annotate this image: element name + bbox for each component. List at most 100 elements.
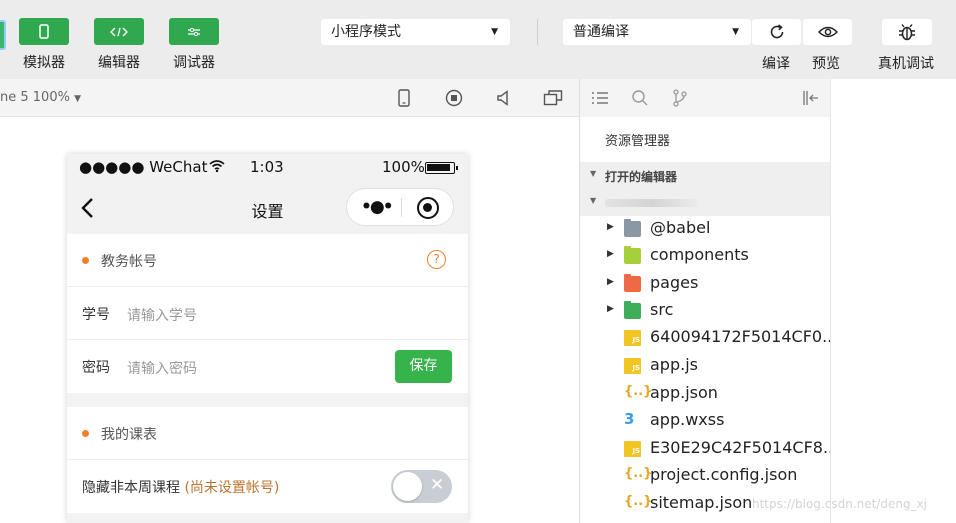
compile-button[interactable] bbox=[752, 19, 801, 45]
caret-right-icon: ▶ bbox=[607, 277, 614, 287]
tree-item[interactable]: JS 640094172F5014CF0... bbox=[580, 325, 837, 352]
tree-item[interactable]: {..} project.config.json bbox=[580, 463, 830, 490]
tree-item[interactable]: ▶ components bbox=[580, 243, 830, 270]
js-file-icon: JS bbox=[624, 358, 641, 374]
tree-item-label: sitemap.json bbox=[650, 493, 753, 512]
tree-item[interactable]: ▶ pages bbox=[580, 271, 830, 298]
hide-courses-hint: (尚未设置帐号) bbox=[184, 480, 280, 496]
status-time: 1:03 bbox=[250, 158, 284, 176]
battery-icon bbox=[425, 162, 458, 174]
preview-button[interactable] bbox=[803, 19, 852, 45]
tree-item[interactable]: JS E30E29C42F5014CF8... bbox=[580, 436, 838, 463]
account-card: 教务帐号 ? 学号 请输入学号 密码 请输入密码 保存 bbox=[67, 234, 468, 393]
stop-icon[interactable] bbox=[444, 88, 464, 108]
json-file-icon: {..} bbox=[624, 494, 653, 509]
volume-icon[interactable] bbox=[494, 88, 514, 108]
caret-down-icon: ▼ bbox=[732, 27, 739, 37]
avatar[interactable] bbox=[0, 20, 6, 50]
tree-item-label: app.json bbox=[650, 383, 718, 402]
student-id-input[interactable]: 请输入学号 bbox=[127, 305, 197, 325]
components-folder-icon bbox=[624, 246, 641, 264]
more-icon[interactable]: •●• bbox=[361, 197, 394, 217]
account-section-title: 教务帐号 bbox=[101, 254, 157, 270]
tree-item-label: components bbox=[650, 245, 749, 264]
preview-label: 预览 bbox=[812, 56, 840, 72]
src-folder-icon bbox=[624, 301, 641, 319]
top-toolbar: 模拟器 编辑器 调试器 小程序模式 ▼ 普通编译 ▼ 编译 预览 真机调试 bbox=[0, 0, 956, 79]
tree-item-label: @babel bbox=[650, 218, 711, 237]
tree-item[interactable]: {..} app.json bbox=[580, 381, 830, 408]
search-icon[interactable] bbox=[630, 88, 650, 108]
device-info: ne 5 100% bbox=[0, 90, 70, 105]
section-dot bbox=[82, 257, 89, 264]
editor-button[interactable]: 编辑器 bbox=[92, 18, 146, 72]
close-icon: ✕ bbox=[430, 475, 445, 495]
close-circle-icon[interactable] bbox=[417, 197, 439, 219]
caret-down-icon: ▼ bbox=[74, 94, 82, 104]
carrier-text: ●●●●● WeChat bbox=[79, 158, 225, 176]
project-name bbox=[605, 199, 700, 207]
compile-select-value: 普通编译 bbox=[573, 24, 629, 40]
tree-item[interactable]: JS app.js bbox=[580, 353, 830, 380]
hide-courses-toggle[interactable]: ✕ bbox=[391, 470, 452, 503]
tree-item-label: app.wxss bbox=[650, 410, 725, 429]
tree-item[interactable]: ▶ src bbox=[580, 298, 830, 325]
battery-text: 100% bbox=[382, 158, 425, 176]
student-id-row: 学号 请输入学号 bbox=[67, 287, 468, 340]
open-editors-group[interactable]: ▼ 打开的编辑器 bbox=[580, 162, 830, 189]
device-debug-label: 真机调试 bbox=[878, 56, 934, 72]
tree-item[interactable]: ▶ @babel bbox=[580, 216, 830, 243]
schedule-card: 我的课表 隐藏非本周课程 (尚未设置帐号) ✕ bbox=[67, 407, 468, 513]
account-section-header: 教务帐号 ? bbox=[67, 234, 468, 287]
hide-courses-label: 隐藏非本周课程 (尚未设置帐号) bbox=[82, 480, 280, 496]
password-row: 密码 请输入密码 保存 bbox=[67, 340, 468, 393]
editor-area bbox=[830, 79, 956, 523]
editor-label: 编辑器 bbox=[98, 55, 140, 71]
help-icon[interactable]: ? bbox=[427, 250, 446, 269]
capsule-divider bbox=[401, 198, 402, 217]
device-debug-button[interactable] bbox=[882, 19, 932, 45]
branch-icon[interactable] bbox=[670, 88, 690, 108]
caret-down-icon: ▼ bbox=[590, 169, 597, 178]
simulator-label: 模拟器 bbox=[23, 55, 65, 71]
project-group[interactable]: ▼ bbox=[580, 189, 830, 216]
watermark: https://blog.csdn.net/deng_xj bbox=[752, 497, 928, 511]
compile-select[interactable]: 普通编译 ▼ bbox=[563, 19, 751, 45]
js-file-icon: JS bbox=[624, 330, 641, 346]
caret-right-icon: ▶ bbox=[607, 304, 614, 314]
schedule-section-header: 我的课表 bbox=[67, 407, 468, 460]
bug-icon bbox=[899, 24, 915, 41]
tree-item-label: src bbox=[650, 300, 674, 319]
phone-icon bbox=[19, 18, 69, 45]
save-button[interactable]: 保存 bbox=[395, 350, 452, 383]
debugger-label: 调试器 bbox=[173, 55, 215, 71]
collapse-panel-icon[interactable] bbox=[801, 88, 821, 108]
caret-down-icon: ▼ bbox=[590, 196, 597, 205]
schedule-section-title: 我的课表 bbox=[101, 427, 157, 443]
simulator-button[interactable]: 模拟器 bbox=[17, 18, 71, 72]
caret-right-icon: ▶ bbox=[607, 222, 614, 232]
eye-icon bbox=[817, 26, 838, 38]
open-editors-label: 打开的编辑器 bbox=[605, 170, 678, 184]
mode-select[interactable]: 小程序模式 ▼ bbox=[321, 19, 510, 45]
caret-down-icon: ▼ bbox=[491, 27, 498, 37]
hide-courses-row: 隐藏非本周课程 (尚未设置帐号) ✕ bbox=[67, 460, 468, 513]
device-select[interactable]: ne 5 100% ▼ bbox=[0, 90, 81, 105]
pages-folder-icon bbox=[624, 274, 641, 292]
password-input[interactable]: 请输入密码 bbox=[127, 358, 197, 378]
list-icon[interactable] bbox=[590, 88, 610, 108]
tree-item[interactable]: 3 app.wxss bbox=[580, 408, 830, 435]
capsule-menu: •●• bbox=[346, 188, 454, 226]
window-icon[interactable] bbox=[543, 88, 563, 108]
tree-item-label: pages bbox=[650, 273, 699, 292]
tree-item-label: project.config.json bbox=[650, 465, 798, 484]
device-icon[interactable] bbox=[394, 88, 414, 108]
status-bar: ●●●●● WeChat 1:03 100% bbox=[67, 154, 468, 182]
tree-item-label: E30E29C42F5014CF8... bbox=[650, 438, 839, 457]
section-dot bbox=[82, 430, 89, 437]
toolbar-divider bbox=[537, 19, 538, 45]
explorer-toolbar bbox=[580, 79, 830, 117]
debugger-button[interactable]: 调试器 bbox=[167, 18, 221, 72]
sliders-icon bbox=[169, 18, 219, 45]
code-icon bbox=[94, 18, 144, 45]
